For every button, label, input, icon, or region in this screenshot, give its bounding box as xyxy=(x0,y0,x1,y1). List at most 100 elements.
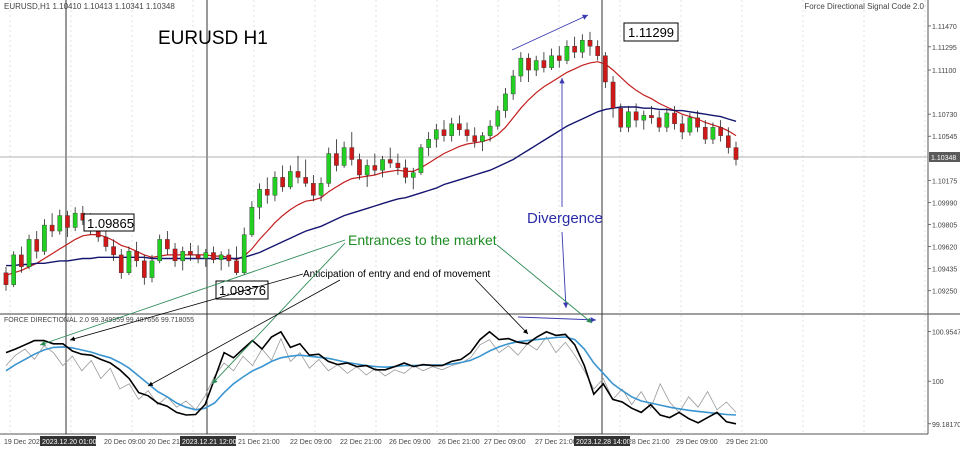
candle-up xyxy=(426,139,431,148)
candle-up xyxy=(26,239,32,268)
candle-up xyxy=(203,252,209,259)
candle-up xyxy=(72,212,78,228)
time-label: 2023.12.28 14:00 xyxy=(576,439,631,446)
candle-down xyxy=(188,251,193,256)
candle-down xyxy=(403,167,408,178)
candle-up xyxy=(434,129,439,140)
candle-down xyxy=(264,189,270,196)
price-tick-label: 1.09620 xyxy=(932,245,957,252)
price-tick-label: 1.10545 xyxy=(932,134,957,141)
candle-up xyxy=(641,115,647,121)
candle-down xyxy=(34,239,40,252)
time-label: 22 Dec 09:00 xyxy=(290,439,332,446)
candle-down xyxy=(556,55,562,61)
candle-down xyxy=(526,57,531,71)
candle-up xyxy=(272,177,278,196)
time-label: 2023.12.21 12:00 xyxy=(182,439,237,446)
candle-down xyxy=(672,112,677,124)
candle-down xyxy=(226,254,232,262)
high-price-label: 1.11299 xyxy=(628,25,674,40)
candle-down xyxy=(103,236,109,247)
candle-up xyxy=(241,234,247,273)
candle-down xyxy=(280,177,285,188)
candle-down xyxy=(718,127,723,136)
time-label: 29 Dec 21:00 xyxy=(726,439,768,446)
candle-down xyxy=(195,254,201,259)
price-tick-label: 1.10175 xyxy=(932,178,957,185)
time-label: 2023.12.20 01:00 xyxy=(42,439,97,446)
candle-up xyxy=(364,165,370,176)
candle-down xyxy=(726,135,731,148)
candle-up xyxy=(326,153,332,184)
price-tick-label: 1.11470 xyxy=(932,24,957,31)
candle-up xyxy=(218,254,224,260)
candle-down xyxy=(702,127,708,140)
time-label: 26 Dec 09:00 xyxy=(389,439,431,446)
time-label: 28 Dec 21:00 xyxy=(628,439,670,446)
candle-up xyxy=(149,260,155,278)
candle-up xyxy=(380,159,385,171)
time-label: 29 Dec 09:00 xyxy=(676,439,718,446)
candle-down xyxy=(472,135,478,142)
candle-down xyxy=(572,46,577,53)
candle-down xyxy=(441,129,447,136)
candle-up xyxy=(418,147,424,173)
candle-up xyxy=(288,171,293,188)
candle-up xyxy=(249,207,255,235)
price-tick-label: 1.10730 xyxy=(932,112,957,119)
candle-down xyxy=(19,254,24,268)
time-label: 20 Dec 09:00 xyxy=(104,439,146,446)
price-tick-label: 1.09805 xyxy=(932,222,957,229)
candle-up xyxy=(710,127,716,140)
candle-up xyxy=(510,75,516,95)
candle-down xyxy=(464,129,470,136)
candle-up xyxy=(480,135,485,142)
candle-down xyxy=(334,153,339,166)
candle-up xyxy=(11,254,16,285)
candle-up xyxy=(341,147,347,166)
candle-down xyxy=(165,239,170,250)
time-label: 27 Dec 21:00 xyxy=(535,439,577,446)
candle-down xyxy=(618,108,624,128)
candle-up xyxy=(518,57,524,77)
candle-down xyxy=(656,117,662,128)
candle-down xyxy=(372,165,378,171)
candle-up xyxy=(687,117,693,133)
candle-up xyxy=(487,125,493,136)
indicator-tick-label: 99.181708 xyxy=(932,422,960,429)
candle-up xyxy=(664,112,670,128)
anticipation-label: Anticipation of entry and end of movemen… xyxy=(303,269,491,280)
chart-svg: 1.11470 1.11295 1.11100 1.10730 1.10545 1.101… xyxy=(0,0,960,448)
candle-up xyxy=(57,215,63,232)
time-label: 19 Dec 2023 xyxy=(4,439,44,446)
candle-up xyxy=(180,251,186,262)
time-label: 21 Dec 21:00 xyxy=(238,439,280,446)
price-tick-label: 1.09250 xyxy=(932,289,957,296)
candle-up xyxy=(410,172,416,178)
candle-down xyxy=(541,60,547,68)
candle-down xyxy=(633,111,639,121)
candle-down xyxy=(679,123,685,133)
candle-down xyxy=(733,147,739,160)
candle-up xyxy=(257,189,262,208)
chart-title: EURUSD H1 xyxy=(158,28,268,49)
candle-down xyxy=(118,254,124,273)
candle-down xyxy=(211,252,216,260)
candle-up xyxy=(126,251,132,273)
indicator-tick-label: 100 xyxy=(932,379,944,386)
entrances-label: Entrances to the market xyxy=(348,232,497,248)
chart-root: 1.11470 1.11295 1.11100 1.10730 1.10545 1.101… xyxy=(0,0,960,448)
candle-down xyxy=(65,215,70,228)
candle-down xyxy=(49,224,55,232)
indicator-name: Force Directional Signal Code 2.0 xyxy=(804,2,924,11)
price-chart-header: EURUSD,H1 1.10410 1.10413 1.10341 1.1034… xyxy=(4,2,175,11)
current-price-label: 1.10348 xyxy=(931,155,956,162)
candle-up xyxy=(42,224,47,252)
candle-up xyxy=(318,183,324,196)
candle-down xyxy=(395,162,401,169)
time-label: 22 Dec 21:00 xyxy=(340,439,382,446)
candle-down xyxy=(234,260,239,273)
divergence-label: Divergence xyxy=(527,210,603,227)
candle-down xyxy=(311,183,316,196)
price-tick-label: 1.09435 xyxy=(932,267,957,274)
